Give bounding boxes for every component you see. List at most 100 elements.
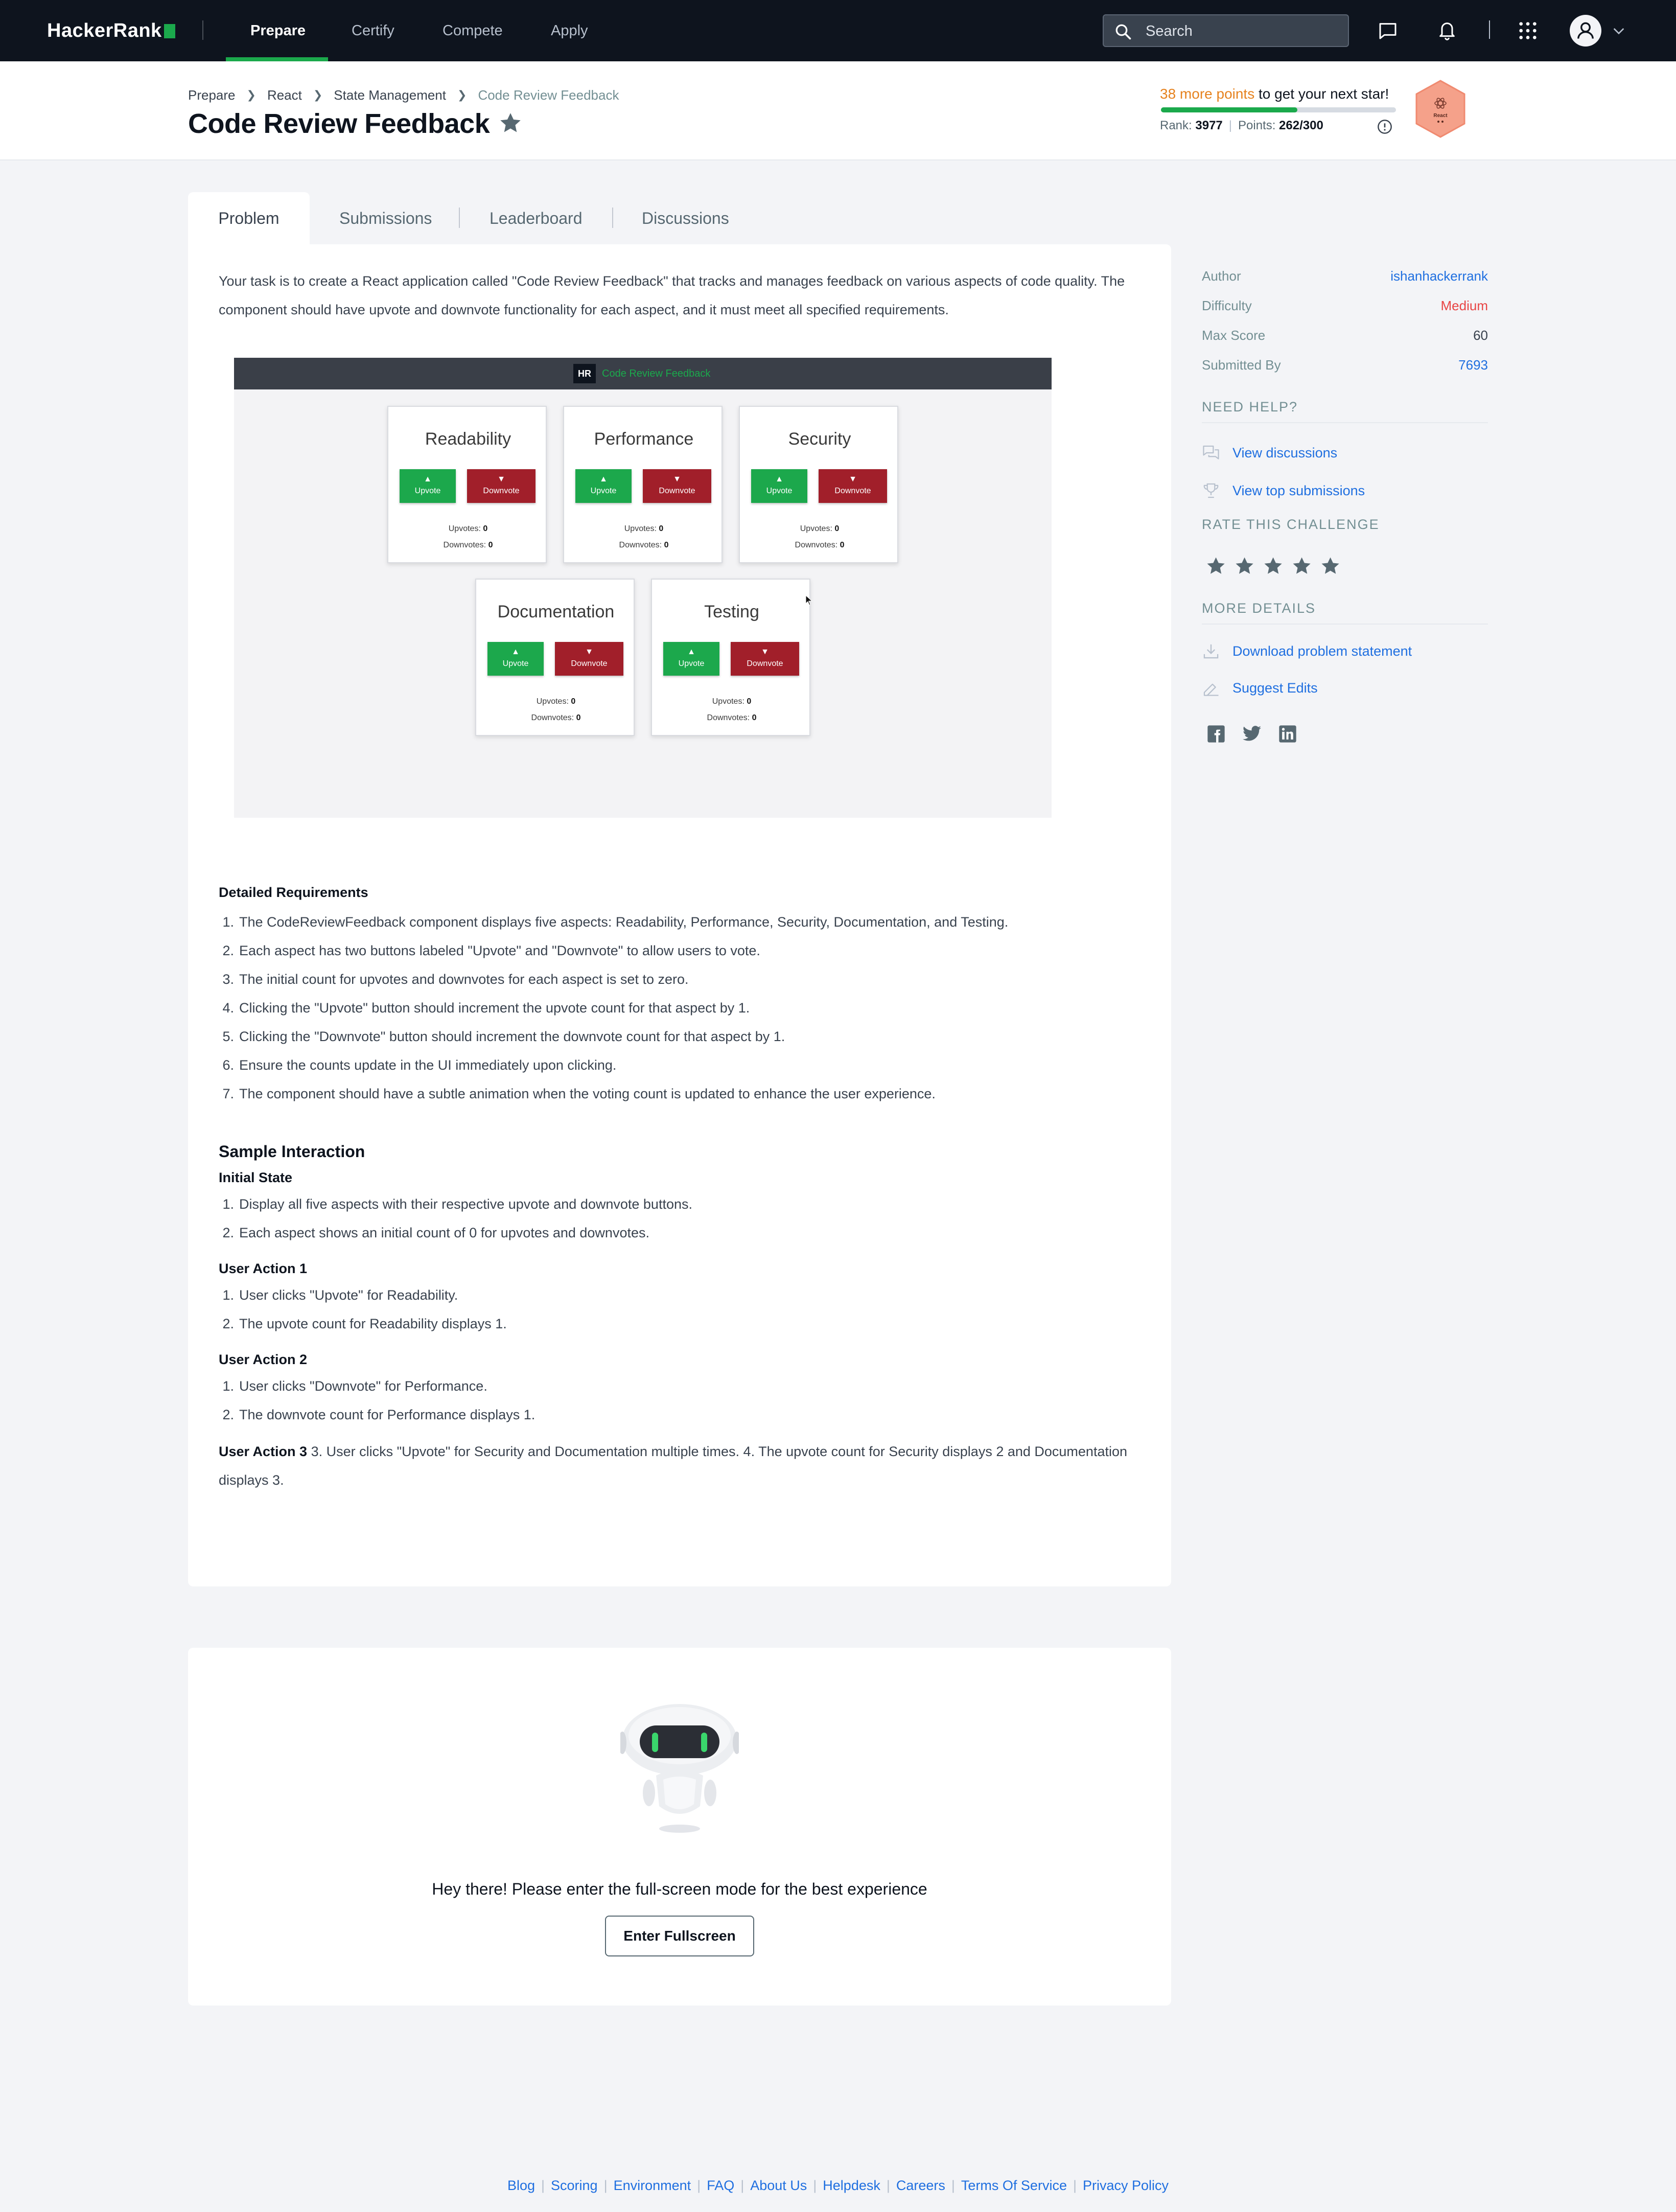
facebook-icon[interactable] [1206, 724, 1226, 744]
nav-apply[interactable]: Apply [551, 18, 588, 61]
downvote-label: Downvote [747, 659, 783, 668]
breadcrumb-react[interactable]: React [267, 87, 302, 103]
footer-link-environment[interactable]: Environment [614, 2178, 691, 2193]
downvote-count: Downvotes: 0 [443, 541, 493, 549]
logo-mark [164, 24, 175, 38]
apps-grid-icon[interactable] [1518, 20, 1538, 41]
bookmark-star-icon[interactable] [498, 110, 523, 136]
difficulty-value: Medium [1440, 298, 1488, 313]
aspect-name: Security [788, 429, 851, 449]
tab-leaderboard[interactable]: Leaderboard [490, 192, 582, 244]
downvote-count: Downvotes: 0 [795, 541, 845, 549]
download-icon [1203, 644, 1219, 659]
breadcrumb-prepare[interactable]: Prepare [188, 87, 236, 103]
mouse-cursor-icon [805, 595, 813, 606]
user-action-1-heading: User Action 1 [219, 1261, 308, 1276]
footer-link-faq[interactable]: FAQ [707, 2178, 734, 2193]
rank-value: 3977 [1195, 119, 1223, 132]
screenshot-header-bar: HR Code Review Feedback [234, 358, 1052, 389]
footer-link-about-us[interactable]: About Us [750, 2178, 807, 2193]
footer-link-terms-of-service[interactable]: Terms Of Service [961, 2178, 1067, 2193]
detail-difficulty: Difficulty Medium [1202, 295, 1488, 316]
tab-divider [459, 208, 460, 228]
fullscreen-prompt-card: Hey there! Please enter the full-screen … [188, 1648, 1171, 2006]
detail-author: Author ishanhackerrank [1202, 266, 1488, 286]
downvote-label: Downvote [483, 487, 520, 495]
hackerrank-logo[interactable]: HackerRank [47, 18, 175, 43]
detail-submitted-by: Submitted By 7693 [1202, 355, 1488, 375]
twitter-icon[interactable] [1242, 725, 1262, 743]
author-link[interactable]: ishanhackerrank [1390, 266, 1488, 286]
breadcrumb-current: Code Review Feedback [478, 87, 619, 103]
tab-problem[interactable]: Problem [188, 192, 310, 244]
need-help-heading: NEED HELP? [1202, 397, 1488, 423]
footer-link-careers[interactable]: Careers [896, 2178, 945, 2193]
rank-points: Rank: 3977 | Points: 262/300 [1160, 116, 1323, 136]
list-item: 1. User clicks "Downvote" for Performance… [222, 1378, 487, 1394]
breadcrumb: Prepare ❯ React ❯ State Management ❯ Code Revi… [188, 84, 619, 105]
downvote-label: Downvote [571, 659, 608, 668]
tab-discussions[interactable]: Discussions [642, 192, 729, 244]
user-action-3-heading: User Action 3 [219, 1444, 308, 1459]
detail-max-score: Max Score 60 [1202, 325, 1488, 345]
footer-link-privacy-policy[interactable]: Privacy Policy [1083, 2178, 1169, 2193]
aspect-card: Readability ▲ Upvote ▼ Downvote Upvotes: 0… [387, 406, 547, 563]
requirements-heading: Detailed Requirements [219, 885, 368, 900]
robot-illustration [620, 1704, 739, 1833]
list-item: 1. User clicks "Upvote" for Readability. [222, 1287, 458, 1303]
requirements-list: 1. The CodeReviewFeedback component displ… [219, 908, 1008, 1108]
aspect-card: Performance ▲ Upvote ▼ Downvote Upvotes: 0… [563, 406, 723, 563]
search-input[interactable] [1145, 21, 1339, 41]
nav-prepare[interactable]: Prepare [250, 18, 306, 61]
upvote-label: Upvote [678, 659, 705, 668]
footer-link-scoring[interactable]: Scoring [551, 2178, 598, 2193]
upvote-label: Upvote [414, 487, 441, 495]
breadcrumb-state-management[interactable]: State Management [334, 87, 446, 103]
points-needed: 38 more points [1160, 86, 1255, 102]
thumbs-up-icon: ▲ [687, 648, 695, 656]
rating-star-icon[interactable] [1293, 557, 1311, 574]
rating-star-icon[interactable] [1207, 557, 1225, 574]
list-item: 2. The downvote count for Performance dis… [222, 1407, 536, 1422]
submitted-by-link[interactable]: 7693 [1458, 355, 1488, 375]
nav-compete[interactable]: Compete [443, 18, 503, 61]
chevron-down-icon[interactable] [1611, 22, 1627, 39]
footer-links: Blog | Scoring | Environment | FAQ | About Us | He… [507, 2178, 1169, 2193]
list-item: 5. Clicking the "Downvote" button should … [222, 1029, 785, 1044]
footer-link-helpdesk[interactable]: Helpdesk [823, 2178, 880, 2193]
footer-link-blog[interactable]: Blog [507, 2178, 535, 2193]
upvote-count: Upvotes: 0 [448, 524, 488, 533]
user-icon [1577, 22, 1594, 39]
page-title: Code Review Feedback [188, 108, 490, 139]
thumbs-down-icon: ▼ [585, 648, 593, 656]
list-item: 2. Each aspect has two buttons labeled "U… [222, 943, 760, 958]
upvote-button: ▲ Upvote [751, 469, 807, 503]
rating-star-icon[interactable] [1236, 557, 1253, 574]
aspect-card: Documentation ▲ Upvote ▼ Downvote Upvotes:… [475, 579, 635, 736]
problem-statement-card: Your task is to create a React applicati… [188, 244, 1171, 1586]
nav-active-indicator [226, 57, 328, 61]
react-badge-icon[interactable]: React [1412, 79, 1469, 139]
list-item: 7. The component should have a subtle ani… [222, 1086, 936, 1101]
downvote-label: Downvote [659, 487, 695, 495]
chat-icon[interactable] [1378, 20, 1398, 41]
list-item: 3. The initial count for upvotes and down… [222, 972, 689, 987]
rating-stars[interactable] [1205, 554, 1353, 579]
linkedin-icon[interactable] [1277, 724, 1298, 744]
nav-divider-right [1489, 20, 1490, 39]
search-box[interactable] [1103, 14, 1349, 47]
rating-star-icon[interactable] [1321, 557, 1339, 574]
points-value: 262/300 [1279, 119, 1323, 132]
notification-bell-icon[interactable] [1437, 19, 1457, 41]
avatar[interactable] [1570, 15, 1601, 47]
nav-certify[interactable]: Certify [352, 18, 394, 61]
enter-fullscreen-button[interactable]: Enter Fullscreen [605, 1916, 754, 1956]
list-item: 4. Clicking the "Upvote" button should in… [222, 1000, 750, 1016]
upvote-button: ▲ Upvote [487, 642, 544, 676]
tab-submissions[interactable]: Submissions [339, 192, 432, 244]
points-label: Points: [1238, 119, 1276, 132]
rating-star-icon[interactable] [1264, 557, 1282, 574]
info-icon[interactable] [1377, 119, 1393, 135]
upvote-count: Upvotes: 0 [800, 524, 840, 533]
initial-state-list: 1. Display all five aspects with their re… [219, 1190, 692, 1247]
